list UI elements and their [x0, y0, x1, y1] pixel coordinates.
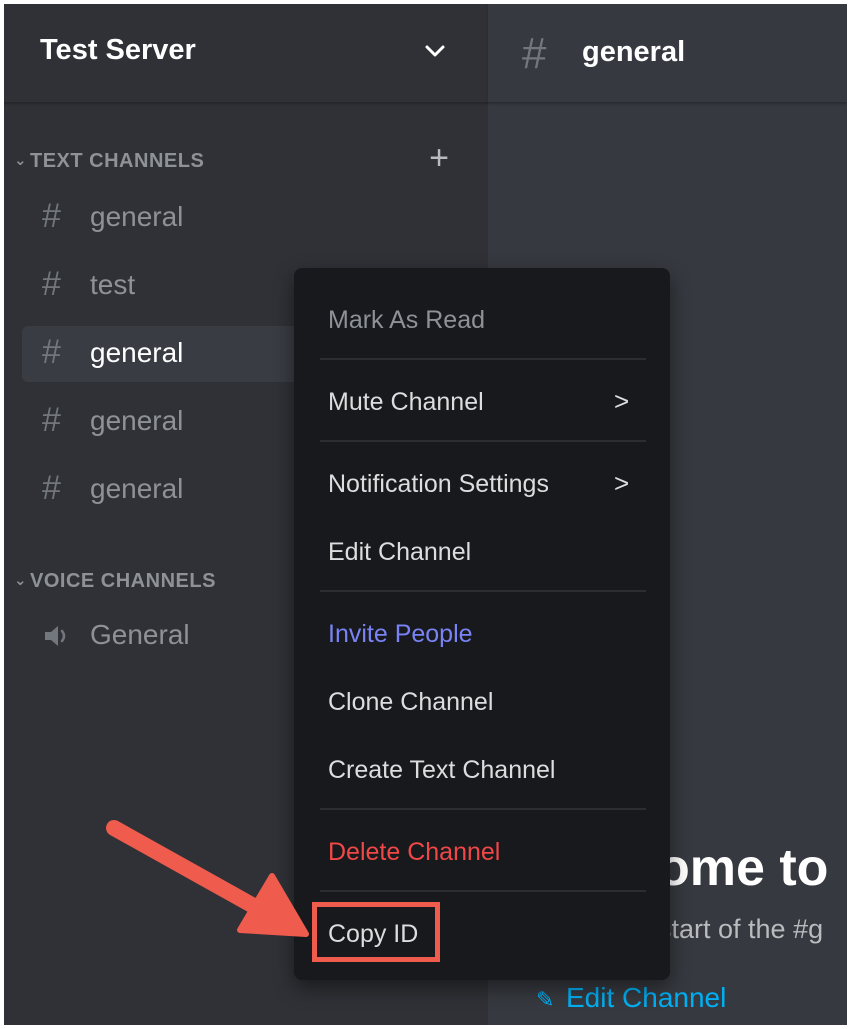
menu-item-clone-channel[interactable]: Clone Channel	[328, 688, 493, 717]
channel-header: # general	[488, 4, 847, 102]
edit-channel-link[interactable]: ✎ Edit Channel	[536, 982, 726, 1014]
chevron-down-icon: ⌄	[14, 152, 28, 169]
hash-icon: #	[42, 469, 61, 507]
menu-item-edit-channel[interactable]: Edit Channel	[328, 538, 471, 567]
menu-item-notification-settings[interactable]: Notification Settings	[328, 470, 549, 499]
menu-divider	[320, 358, 646, 360]
channel-context-menu: Mark As Read Mute Channel > Notification…	[294, 268, 670, 980]
chevron-right-icon: >	[614, 468, 630, 498]
menu-item-mute-channel[interactable]: Mute Channel	[328, 388, 484, 417]
menu-item-mark-as-read[interactable]: Mark As Read	[328, 306, 485, 335]
menu-divider	[320, 890, 646, 892]
channel-name: general	[90, 201, 184, 232]
channel-name: test	[90, 269, 136, 300]
chevron-down-icon: ⌄	[14, 572, 28, 589]
discord-window: Test Server ⌄ TEXT CHANNELS + # general #…	[4, 4, 847, 1025]
category-label: TEXT CHANNELS	[30, 150, 205, 172]
channel-item-general[interactable]: # general	[22, 190, 480, 246]
welcome-heading: ome to	[658, 839, 829, 897]
hash-icon: #	[522, 29, 547, 78]
edit-channel-label: Edit Channel	[566, 982, 727, 1013]
copy-id-highlight-box	[312, 902, 440, 962]
pencil-icon: ✎	[536, 987, 555, 1012]
hash-icon: #	[42, 401, 61, 439]
add-channel-icon[interactable]: +	[424, 141, 454, 175]
server-name: Test Server	[40, 34, 196, 66]
menu-item-invite-people[interactable]: Invite People	[328, 620, 473, 649]
category-voice-channels[interactable]: ⌄ VOICE CHANNELS	[14, 570, 216, 593]
welcome-subtitle: start of the #g	[658, 914, 824, 944]
menu-divider	[320, 440, 646, 442]
channel-name: General	[90, 619, 190, 650]
server-header[interactable]: Test Server	[4, 4, 488, 102]
hash-icon: #	[42, 265, 61, 303]
menu-item-create-text-channel[interactable]: Create Text Channel	[328, 756, 555, 785]
category-text-channels[interactable]: ⌄ TEXT CHANNELS	[14, 150, 204, 173]
menu-divider	[320, 808, 646, 810]
menu-divider	[320, 590, 646, 592]
speaker-icon	[45, 626, 66, 646]
hash-icon: #	[42, 333, 61, 371]
channel-name: general	[90, 405, 184, 436]
channel-name: general	[90, 337, 184, 368]
chevron-down-icon[interactable]	[422, 38, 448, 64]
hash-icon: #	[42, 197, 61, 235]
category-label: VOICE CHANNELS	[30, 570, 216, 592]
channel-name: general	[90, 473, 184, 504]
menu-item-delete-channel[interactable]: Delete Channel	[328, 838, 500, 867]
annotation-arrow-icon	[106, 820, 309, 937]
chevron-right-icon: >	[614, 386, 630, 416]
channel-title: general	[582, 36, 686, 68]
